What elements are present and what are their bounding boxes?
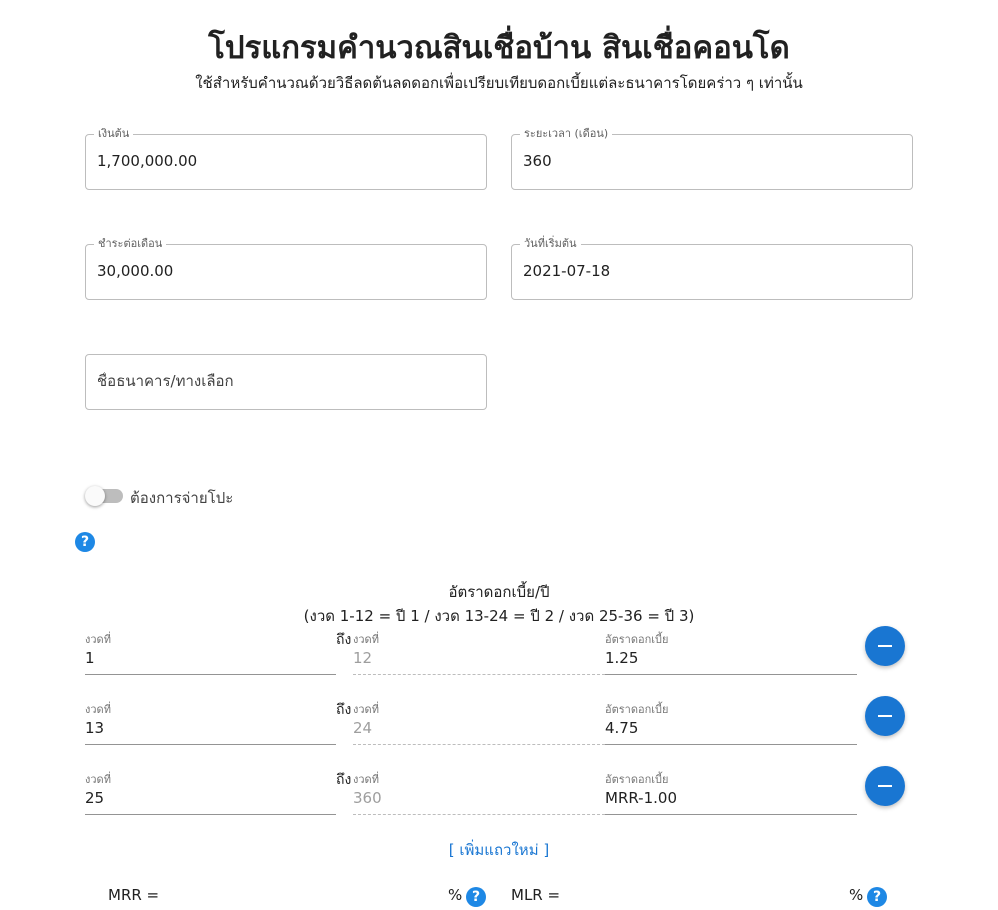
from-label: งวดที่ xyxy=(85,773,111,786)
start-date-input[interactable] xyxy=(523,262,903,280)
from-label: งวดที่ xyxy=(85,703,111,716)
rate-label: อัตราดอกเบี้ย xyxy=(605,773,669,786)
mrr-label: MRR = xyxy=(108,886,160,904)
from-input[interactable]: 13 xyxy=(85,719,104,737)
duration-field[interactable]: ระยะเวลา (เดือน) xyxy=(511,127,913,190)
payment-label: ชำระต่อเดือน xyxy=(94,237,167,251)
page-subtitle: ใช้สำหรับคำนวณด้วยวิธีลดต้นลดดอกเพื่อเปร… xyxy=(195,74,803,92)
start-date-field[interactable]: วันที่เริ่มต้น xyxy=(511,237,913,300)
from-underline xyxy=(85,744,336,745)
help-icon[interactable]: ? xyxy=(75,532,95,552)
to-underline xyxy=(353,674,605,675)
mlr-unit: % xyxy=(849,886,864,904)
remove-row-button[interactable] xyxy=(865,626,905,666)
to-word: ถึง xyxy=(336,632,352,648)
rate-input[interactable]: 4.75 xyxy=(605,719,638,737)
from-input[interactable]: 1 xyxy=(85,649,95,667)
rate-underline xyxy=(605,814,857,815)
rate-label: อัตราดอกเบี้ย xyxy=(605,633,669,646)
to-label: งวดที่ xyxy=(353,773,379,786)
toggle-thumb[interactable] xyxy=(85,486,105,506)
rate-input[interactable]: 1.25 xyxy=(605,649,638,667)
principal-input[interactable] xyxy=(97,152,477,170)
to-input: 360 xyxy=(353,789,382,807)
from-underline xyxy=(85,674,336,675)
page-title: โปรแกรมคำนวณสินเชื่อบ้าน สินเชื่อคอนโด xyxy=(208,30,790,66)
payment-field[interactable]: ชำระต่อเดือน xyxy=(85,237,487,300)
duration-label: ระยะเวลา (เดือน) xyxy=(520,127,613,141)
add-row-link[interactable]: [ เพิ่มแถวใหม่ ] xyxy=(0,838,998,862)
mrr-help-icon[interactable]: ? xyxy=(466,887,486,907)
to-word: ถึง xyxy=(336,702,352,718)
to-label: งวดที่ xyxy=(353,703,379,716)
start-date-label: วันที่เริ่มต้น xyxy=(520,237,581,251)
to-underline xyxy=(353,744,605,745)
rate-label: อัตราดอกเบี้ย xyxy=(605,703,669,716)
to-underline xyxy=(353,814,605,815)
bank-name-input[interactable] xyxy=(97,372,477,390)
from-label: งวดที่ xyxy=(85,633,111,646)
principal-label: เงินต้น xyxy=(94,127,134,141)
rate-input[interactable]: MRR-1.00 xyxy=(605,789,677,807)
rate-note: (งวด 1-12 = ปี 1 / งวด 13-24 = ปี 2 / งว… xyxy=(303,607,695,625)
payment-input[interactable] xyxy=(97,262,477,280)
to-label: งวดที่ xyxy=(353,633,379,646)
from-input[interactable]: 25 xyxy=(85,789,104,807)
remove-row-button[interactable] xyxy=(865,766,905,806)
from-underline xyxy=(85,814,336,815)
extra-payment-label: ต้องการจ่ายโปะ xyxy=(130,489,234,507)
mrr-unit: % xyxy=(448,886,463,904)
rate-underline xyxy=(605,674,857,675)
principal-field[interactable]: เงินต้น xyxy=(85,127,487,190)
bank-name-field[interactable] xyxy=(85,354,487,410)
to-input: 12 xyxy=(353,649,373,667)
remove-row-button[interactable] xyxy=(865,696,905,736)
to-input: 24 xyxy=(353,719,373,737)
rate-underline xyxy=(605,744,857,745)
rate-title: อัตราดอกเบี้ย/ปี xyxy=(448,583,550,601)
mlr-help-icon[interactable]: ? xyxy=(867,887,887,907)
duration-input[interactable] xyxy=(523,152,903,170)
mlr-label: MLR = xyxy=(511,886,561,904)
to-word: ถึง xyxy=(336,772,352,788)
